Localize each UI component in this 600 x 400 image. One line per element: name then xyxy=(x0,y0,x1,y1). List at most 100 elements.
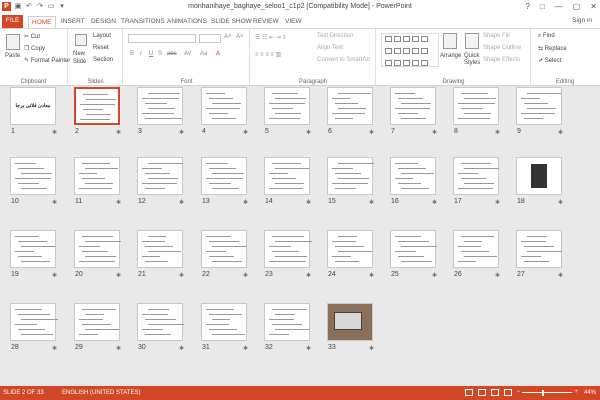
transition-star-icon[interactable]: ✱ xyxy=(52,129,57,136)
transition-star-icon[interactable]: ✱ xyxy=(116,272,121,279)
paste-button[interactable]: Paste xyxy=(5,53,20,59)
slide-thumbnail[interactable] xyxy=(74,87,120,125)
slide-thumbnail[interactable] xyxy=(137,87,183,125)
layout-button[interactable]: Layout xyxy=(93,33,111,39)
transition-star-icon[interactable]: ✱ xyxy=(179,272,184,279)
slide-thumbnail[interactable] xyxy=(264,303,310,341)
slide-thumbnail[interactable] xyxy=(74,303,120,341)
transition-star-icon[interactable]: ✱ xyxy=(558,199,563,206)
transition-star-icon[interactable]: ✱ xyxy=(495,129,500,136)
transition-star-icon[interactable]: ✱ xyxy=(369,199,374,206)
slide-sorter-view-icon[interactable] xyxy=(478,389,486,396)
paste-icon[interactable] xyxy=(6,34,20,50)
italic-icon[interactable]: I xyxy=(140,51,142,57)
font-size-combo[interactable] xyxy=(199,34,221,43)
quick-styles-button-line2[interactable]: Styles xyxy=(464,60,480,66)
tab-file[interactable]: FILE xyxy=(2,15,23,28)
align-icons[interactable]: ≡ ≡ ≡ ≡ ▥ xyxy=(255,51,281,58)
normal-view-icon[interactable] xyxy=(465,389,473,396)
sign-in-link[interactable]: Sign in xyxy=(572,17,592,24)
transition-star-icon[interactable]: ✱ xyxy=(116,199,121,206)
bullets-icon[interactable]: ☰ ☷ ⇤ ⇥ ≡ xyxy=(255,34,286,41)
transition-star-icon[interactable]: ✱ xyxy=(243,199,248,206)
help-icon[interactable]: ? xyxy=(525,1,529,12)
zoom-slider[interactable] xyxy=(522,392,572,393)
slide-thumbnail[interactable] xyxy=(516,87,562,125)
underline-icon[interactable]: U xyxy=(149,51,153,57)
slide-thumbnail[interactable] xyxy=(201,87,247,125)
new-slide-button[interactable]: New xyxy=(73,51,85,57)
font-name-combo[interactable] xyxy=(128,34,196,43)
slide-thumbnail[interactable] xyxy=(10,157,56,195)
transition-star-icon[interactable]: ✱ xyxy=(52,272,57,279)
slide-thumbnail[interactable] xyxy=(453,157,499,195)
transition-star-icon[interactable]: ✱ xyxy=(116,129,121,136)
convert-smartart-button[interactable]: Convert to SmartArt xyxy=(317,57,370,63)
transition-star-icon[interactable]: ✱ xyxy=(243,129,248,136)
slide-thumbnail[interactable] xyxy=(201,230,247,268)
slide-thumbnail[interactable] xyxy=(516,230,562,268)
transition-star-icon[interactable]: ✱ xyxy=(369,129,374,136)
ribbon-display-options-icon[interactable]: □ xyxy=(540,1,545,12)
zoom-level[interactable]: 44% xyxy=(584,390,596,396)
maximize-icon[interactable]: ▢ xyxy=(573,1,581,12)
slide-thumbnail[interactable] xyxy=(264,230,312,268)
transition-star-icon[interactable]: ✱ xyxy=(432,129,437,136)
copy-button[interactable]: ❐ Copy xyxy=(24,45,45,52)
reading-view-icon[interactable] xyxy=(491,389,499,396)
slide-thumbnail[interactable] xyxy=(390,157,436,195)
slide-thumbnail[interactable] xyxy=(453,87,499,125)
slide-thumbnail[interactable] xyxy=(264,157,310,195)
tab-animations[interactable]: ANIMATIONS xyxy=(164,16,210,28)
transition-star-icon[interactable]: ✱ xyxy=(243,272,248,279)
shape-outline-button[interactable]: Shape Outline xyxy=(483,45,521,51)
slide-thumbnail[interactable] xyxy=(327,230,373,268)
cut-button[interactable]: ✂ Cut xyxy=(24,33,40,40)
tab-slide-show[interactable]: SLIDE SHOW xyxy=(208,16,255,28)
language-indicator[interactable]: ENGLISH (UNITED STATES) xyxy=(62,390,140,396)
slide-sorter[interactable]: معادن فلاتی برجا 1 ✱ 2 ✱ 3 ✱ 4 ✱ 5 ✱ 6 ✱ 7 ✱ 8 ✱ 9 ✱ 10 ✱ 11 ✱… xyxy=(0,87,600,384)
arrange-button[interactable]: Arrange xyxy=(440,53,461,59)
transition-star-icon[interactable]: ✱ xyxy=(306,199,311,206)
quick-styles-icon[interactable] xyxy=(465,33,479,49)
shapes-gallery[interactable] xyxy=(381,33,439,67)
replace-button[interactable]: ⇆ Replace xyxy=(538,45,567,52)
transition-star-icon[interactable]: ✱ xyxy=(558,272,563,279)
slide-thumbnail[interactable] xyxy=(74,230,121,268)
slide-thumbnail[interactable] xyxy=(327,87,373,125)
slide-thumbnail[interactable] xyxy=(74,157,120,195)
zoom-out-button[interactable]: − xyxy=(516,389,520,395)
transition-star-icon[interactable]: ✱ xyxy=(179,129,184,136)
transition-star-icon[interactable]: ✱ xyxy=(52,199,57,206)
bold-icon[interactable]: B xyxy=(130,51,134,57)
transition-star-icon[interactable]: ✱ xyxy=(369,345,374,352)
slide-thumbnail[interactable] xyxy=(201,157,247,195)
transition-star-icon[interactable]: ✱ xyxy=(306,129,311,136)
transition-star-icon[interactable]: ✱ xyxy=(116,345,121,352)
shadow-icon[interactable]: S xyxy=(158,51,162,57)
transition-star-icon[interactable]: ✱ xyxy=(432,199,437,206)
slide-thumbnail[interactable] xyxy=(10,303,58,341)
slide-thumbnail[interactable] xyxy=(137,157,183,195)
change-case-icon[interactable]: Aa xyxy=(200,51,207,57)
slide-thumbnail[interactable] xyxy=(137,230,183,268)
find-button[interactable]: ⌕ Find xyxy=(538,33,555,40)
select-button[interactable]: ➚ Select xyxy=(538,57,561,64)
shrink-font-icon[interactable]: A˅ xyxy=(236,34,244,40)
transition-star-icon[interactable]: ✱ xyxy=(495,272,500,279)
transition-star-icon[interactable]: ✱ xyxy=(369,272,374,279)
slide-thumbnail[interactable] xyxy=(453,230,499,268)
shape-fill-button[interactable]: Shape Fill xyxy=(483,33,510,39)
zoom-slider-thumb[interactable] xyxy=(542,390,544,396)
slide-thumbnail[interactable]: معادن فلاتی برجا xyxy=(10,87,56,125)
arrange-icon[interactable] xyxy=(443,33,457,49)
section-button[interactable]: Section xyxy=(93,57,113,63)
tab-review[interactable]: REVIEW xyxy=(250,16,282,28)
quick-styles-button[interactable]: Quick xyxy=(464,53,479,59)
slide-thumbnail[interactable] xyxy=(390,230,437,268)
grow-font-icon[interactable]: A˄ xyxy=(224,34,232,40)
transition-star-icon[interactable]: ✱ xyxy=(306,272,311,279)
zoom-in-button[interactable]: + xyxy=(574,389,578,395)
slideshow-view-icon[interactable] xyxy=(504,389,512,396)
text-direction-button[interactable]: Text Direction xyxy=(317,33,353,39)
